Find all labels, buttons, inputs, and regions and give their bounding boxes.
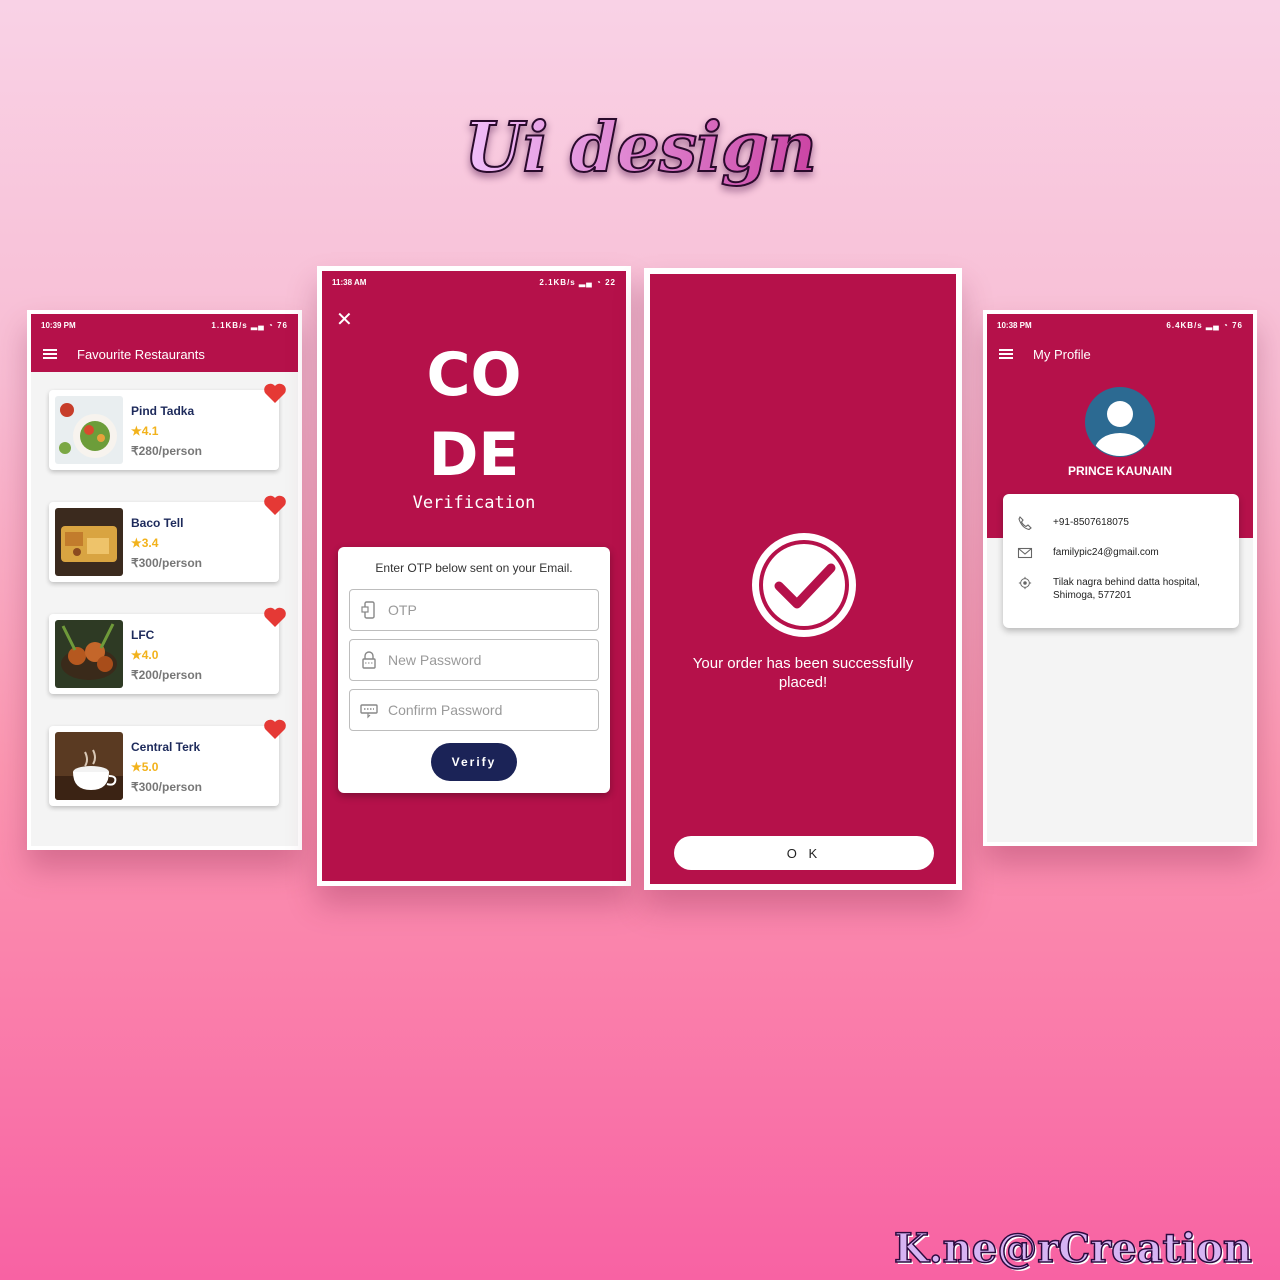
- status-time: 10:38 PM: [997, 320, 1032, 330]
- network-speed: 6.4KB/s: [1166, 320, 1203, 330]
- status-time: 10:39 PM: [41, 320, 76, 330]
- profile-name: PRINCE KAUNAIN: [1067, 464, 1172, 478]
- code-verification-screen: 11:38 AM 2.1KB/s ▂▄ ◔ 22 ✕ CO DE Verific…: [317, 266, 631, 886]
- contact-info-card: +91-8507618075 familypic24@gmail.com Til…: [1003, 494, 1239, 628]
- restaurant-rating: ★4.1: [131, 424, 159, 438]
- status-time: 11:38 AM: [332, 277, 367, 287]
- restaurant-name: LFC: [131, 628, 155, 642]
- address: Tilak nagra behind datta hospital, Shimo…: [1053, 577, 1200, 601]
- restaurant-food-image: [55, 508, 123, 576]
- restaurants-screen-body: 10:39 PM 1.1KB/s ▂▄ ◔ 76 Favourite Resta…: [31, 314, 298, 846]
- battery-level: 22: [605, 277, 616, 287]
- app-bar: Favourite Restaurants: [31, 336, 298, 372]
- phone-otp-icon: [361, 601, 375, 619]
- restaurant-rating: ★3.4: [131, 536, 159, 550]
- phone-number: +91-8507618075: [1053, 517, 1129, 528]
- favourite-restaurants-screen: 10:39 PM 1.1KB/s ▂▄ ◔ 76 Favourite Resta…: [27, 310, 302, 850]
- status-bar: 10:39 PM 1.1KB/s ▂▄ ◔ 76: [31, 314, 298, 336]
- code-title-line1: CO: [426, 340, 522, 410]
- restaurants-header: 10:39 PM 1.1KB/s ▂▄ ◔ 76 Favourite Resta…: [31, 314, 298, 372]
- battery-level: 76: [277, 320, 288, 330]
- otp-instruction: Enter OTP below sent on your Email.: [375, 561, 573, 575]
- restaurant-food-image: [55, 620, 123, 688]
- restaurant-rating: ★5.0: [131, 760, 159, 774]
- menu-icon[interactable]: [999, 349, 1013, 359]
- restaurant-card[interactable]: Baco Tell ★3.4 ₹300/person: [49, 495, 286, 582]
- heart-icon[interactable]: [263, 606, 287, 628]
- profile-screen-body: 10:38 PM 6.4KB/s ▂▄ ◔ 76 My Profile PRIN…: [987, 314, 1253, 842]
- watermark: K.ne@rCreation: [893, 1224, 1253, 1273]
- restaurant-card[interactable]: LFC ★4.0 ₹200/person: [49, 607, 286, 694]
- address-row: Tilak nagra behind datta hospital, Shimo…: [1003, 576, 1239, 602]
- app-bar-title: Favourite Restaurants: [77, 346, 205, 362]
- restaurant-price: ₹280/person: [131, 444, 202, 458]
- email-address: familypic24@gmail.com: [1053, 547, 1159, 558]
- new-password-field[interactable]: New Password: [349, 639, 599, 681]
- app-bar: My Profile: [987, 336, 1253, 372]
- verify-button[interactable]: Verify: [431, 743, 517, 781]
- status-bar: 11:38 AM 2.1KB/s ▂▄ ◔ 22: [322, 271, 626, 293]
- verification-subtitle: Verification: [412, 493, 536, 513]
- email-row: familypic24@gmail.com: [1003, 546, 1239, 560]
- restaurant-card[interactable]: Central Terk ★5.0 ₹300/person: [49, 719, 286, 806]
- restaurant-name: Baco Tell: [131, 516, 184, 530]
- heart-icon[interactable]: [263, 494, 287, 516]
- success-screen-body: Your order has been successfully placed!…: [650, 274, 956, 884]
- heart-icon[interactable]: [263, 382, 287, 404]
- restaurant-name: Pind Tadka: [131, 404, 195, 418]
- confirm-password-placeholder: Confirm Password: [388, 702, 503, 718]
- check-circle-icon: [752, 533, 856, 637]
- heart-icon[interactable]: [263, 718, 287, 740]
- avatar-icon: [1085, 387, 1155, 457]
- status-icons: 6.4KB/s ▂▄ ◔ 76: [1166, 320, 1243, 330]
- app-bar-title: My Profile: [1033, 346, 1091, 362]
- lock-icon: [362, 651, 376, 669]
- success-message: Your order has been successfully placed!: [692, 655, 914, 691]
- password-icon: [360, 704, 378, 719]
- menu-icon[interactable]: [43, 349, 57, 359]
- network-speed: 2.1KB/s: [539, 277, 576, 287]
- phone-row: +91-8507618075: [1003, 516, 1239, 530]
- my-profile-screen: 10:38 PM 6.4KB/s ▂▄ ◔ 76 My Profile PRIN…: [983, 310, 1257, 846]
- code-title-line2: DE: [428, 420, 520, 490]
- otp-field[interactable]: OTP: [349, 589, 599, 631]
- restaurant-food-image: [55, 396, 123, 464]
- otp-placeholder: OTP: [388, 602, 417, 618]
- restaurant-food-image: [55, 732, 123, 800]
- new-password-placeholder: New Password: [388, 652, 482, 668]
- close-icon[interactable]: ✕: [336, 307, 353, 332]
- verify-screen-body: 11:38 AM 2.1KB/s ▂▄ ◔ 22 ✕ CO DE Verific…: [322, 271, 626, 881]
- location-icon: [1018, 576, 1032, 590]
- ok-button[interactable]: O K: [674, 836, 934, 870]
- restaurant-price: ₹300/person: [131, 780, 202, 794]
- restaurant-card[interactable]: Pind Tadka ★4.1 ₹280/person: [49, 383, 286, 470]
- restaurant-price: ₹300/person: [131, 556, 202, 570]
- status-bar: 10:38 PM 6.4KB/s ▂▄ ◔ 76: [987, 314, 1253, 336]
- restaurant-rating: ★4.0: [131, 648, 159, 662]
- confirm-password-field[interactable]: Confirm Password: [349, 689, 599, 731]
- status-icons: 2.1KB/s ▂▄ ◔ 22: [539, 277, 616, 287]
- otp-card: Enter OTP below sent on your Email. OTP …: [338, 547, 610, 793]
- page-title: Ui design: [0, 107, 1280, 189]
- restaurant-list: Pind Tadka ★4.1 ₹280/person Baco Tell ★3…: [31, 372, 298, 806]
- restaurant-price: ₹200/person: [131, 668, 202, 682]
- phone-icon: [1018, 516, 1032, 530]
- status-icons: 1.1KB/s ▂▄ ◔ 76: [211, 320, 288, 330]
- restaurant-name: Central Terk: [131, 740, 201, 754]
- mail-icon: [1017, 547, 1033, 559]
- order-success-screen: Your order has been successfully placed!…: [644, 268, 962, 890]
- network-speed: 1.1KB/s: [211, 320, 248, 330]
- battery-level: 76: [1232, 320, 1243, 330]
